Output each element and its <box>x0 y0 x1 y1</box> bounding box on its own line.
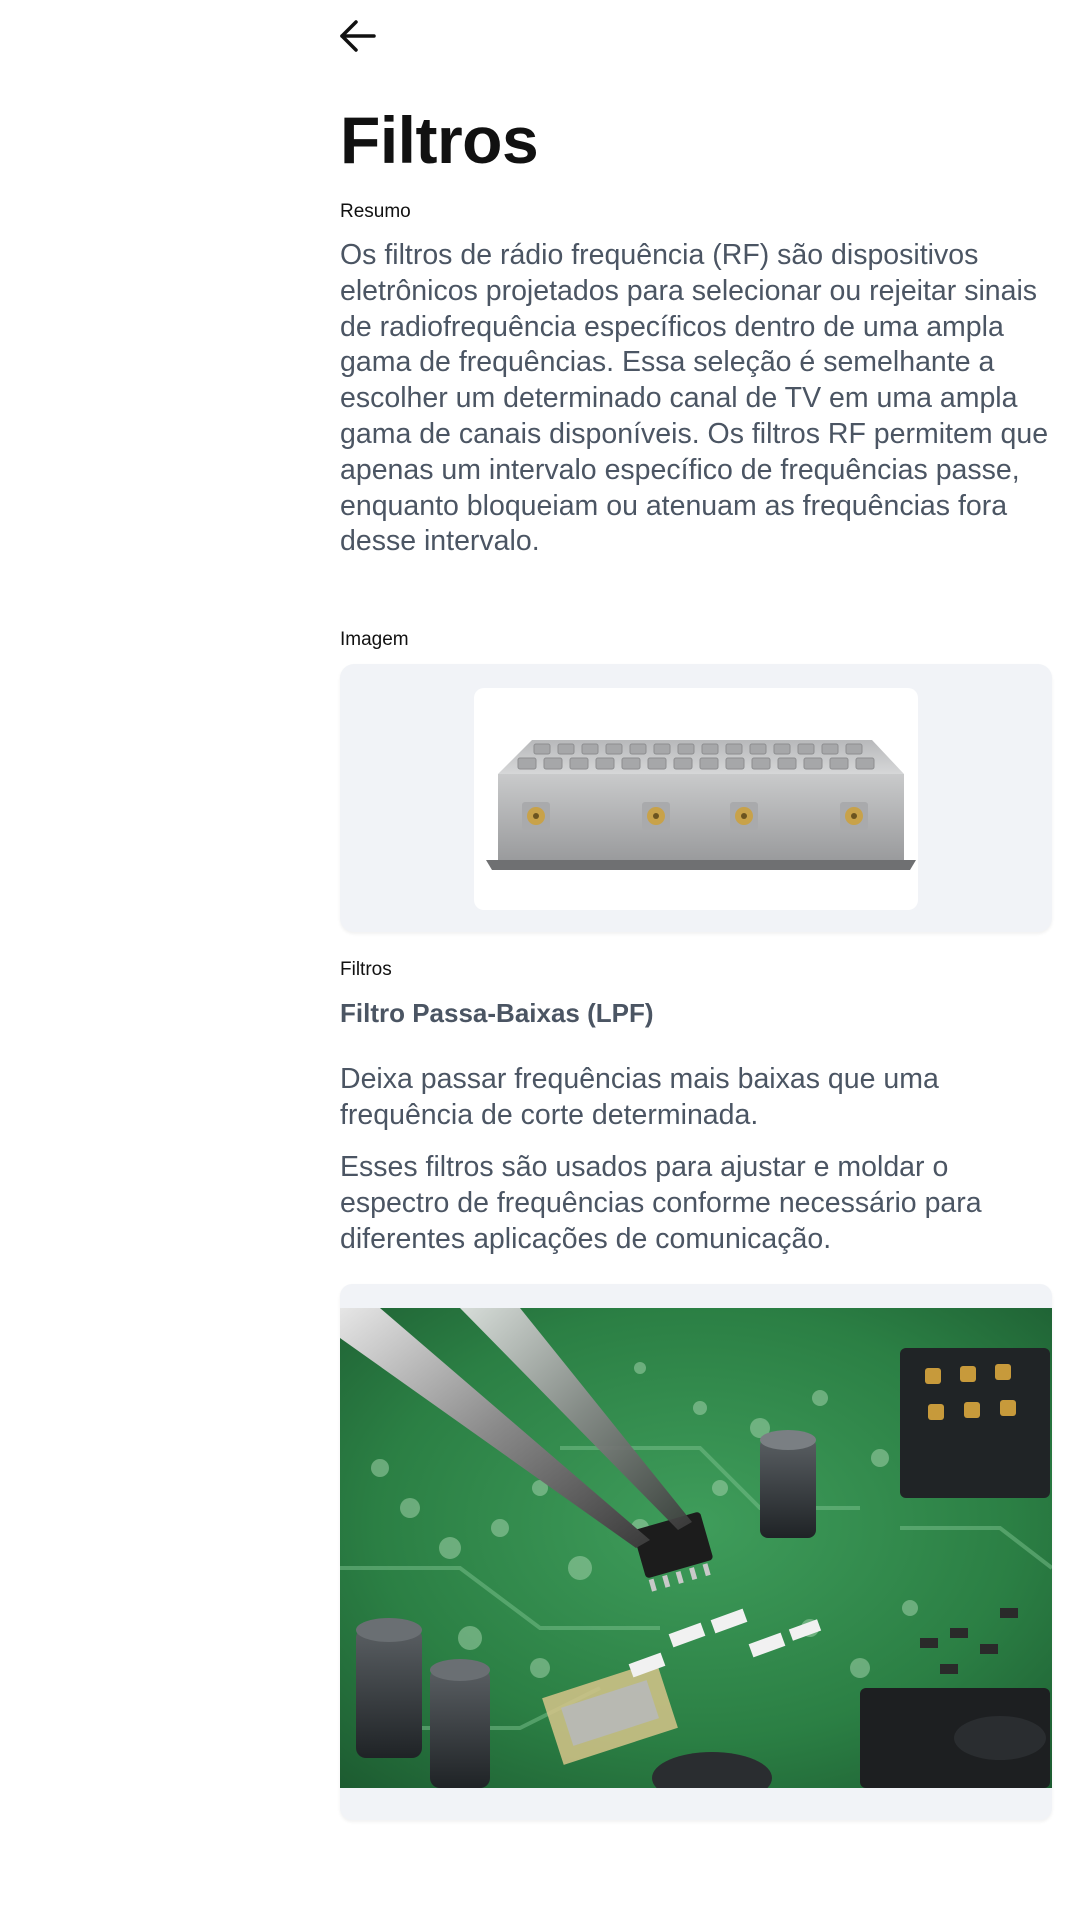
arrow-left-icon <box>340 20 376 52</box>
filter-usage-text: Esses filtros são usados para ajustar e … <box>340 1151 982 1255</box>
circuit-board-photo <box>340 1308 1052 1788</box>
summary-label: Resumo <box>340 201 411 222</box>
filters-label: Filtros <box>340 959 392 980</box>
filter-title: Filtro Passa-Baixas (LPF) <box>340 998 654 1028</box>
summary-text: Os filtros de rádio frequência (RF) são … <box>340 239 1049 558</box>
back-button[interactable] <box>338 6 398 66</box>
rf-filter-image-card <box>340 664 1052 932</box>
circuit-board-photo-card <box>340 1284 1052 1820</box>
image-section-label: Imagem <box>340 629 409 650</box>
filter-description: Deixa passar frequências mais baixas que… <box>340 1063 939 1131</box>
page-title: Filtros <box>340 103 539 177</box>
rf-filter-image <box>474 688 918 910</box>
